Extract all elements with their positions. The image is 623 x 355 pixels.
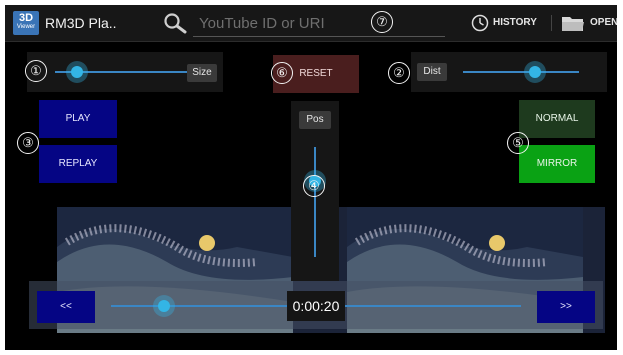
marker-7: ⑦ — [371, 11, 393, 33]
play-button[interactable]: PLAY — [39, 100, 117, 138]
folder-icon[interactable] — [561, 14, 585, 32]
normal-button[interactable]: NORMAL — [519, 100, 595, 138]
marker-6: ⑥ — [271, 62, 293, 84]
marker-1: ① — [25, 60, 47, 82]
open-button[interactable]: OPEN — [590, 17, 617, 28]
mirror-button[interactable]: MIRROR — [519, 145, 595, 183]
time-display: 0:00:20 — [287, 291, 345, 321]
pos-slider-track[interactable] — [314, 147, 316, 257]
app-logo-icon[interactable]: 3D Viewer — [13, 11, 39, 35]
playback-controls: << 0:00:20 >> — [29, 281, 603, 329]
dist-slider-thumb[interactable] — [523, 61, 546, 83]
dist-panel: Dist — [411, 52, 607, 92]
marker-5: ⑤ — [507, 132, 529, 154]
rewind-button[interactable]: << — [37, 291, 95, 323]
history-icon[interactable] — [471, 14, 489, 32]
marker-3: ③ — [17, 132, 39, 154]
size-panel: Size — [27, 52, 223, 92]
app-screen: 3D Viewer RM3D Pla.. YouTube ID or URI H… — [5, 5, 617, 350]
dist-button[interactable]: Dist — [417, 63, 447, 81]
app-logo-subtext: Viewer — [16, 24, 36, 30]
dist-slider-track[interactable] — [463, 71, 579, 73]
app-logo-text: 3D — [18, 12, 34, 24]
action-divider — [551, 15, 552, 31]
pos-button[interactable]: Pos — [299, 111, 331, 129]
marker-4: ④ — [303, 175, 325, 197]
size-slider-thumb[interactable] — [66, 61, 89, 83]
fast-forward-button[interactable]: >> — [537, 291, 595, 323]
replay-button[interactable]: REPLAY — [39, 145, 117, 183]
action-bar: 3D Viewer RM3D Pla.. YouTube ID or URI H… — [5, 5, 617, 42]
search-icon[interactable] — [163, 12, 189, 34]
search-input[interactable]: YouTube ID or URI — [193, 11, 445, 37]
app-title: RM3D Pla.. — [45, 15, 117, 31]
size-button[interactable]: Size — [187, 64, 217, 82]
marker-2: ② — [388, 62, 410, 84]
seek-thumb[interactable] — [153, 295, 176, 317]
history-button[interactable]: HISTORY — [493, 17, 537, 28]
